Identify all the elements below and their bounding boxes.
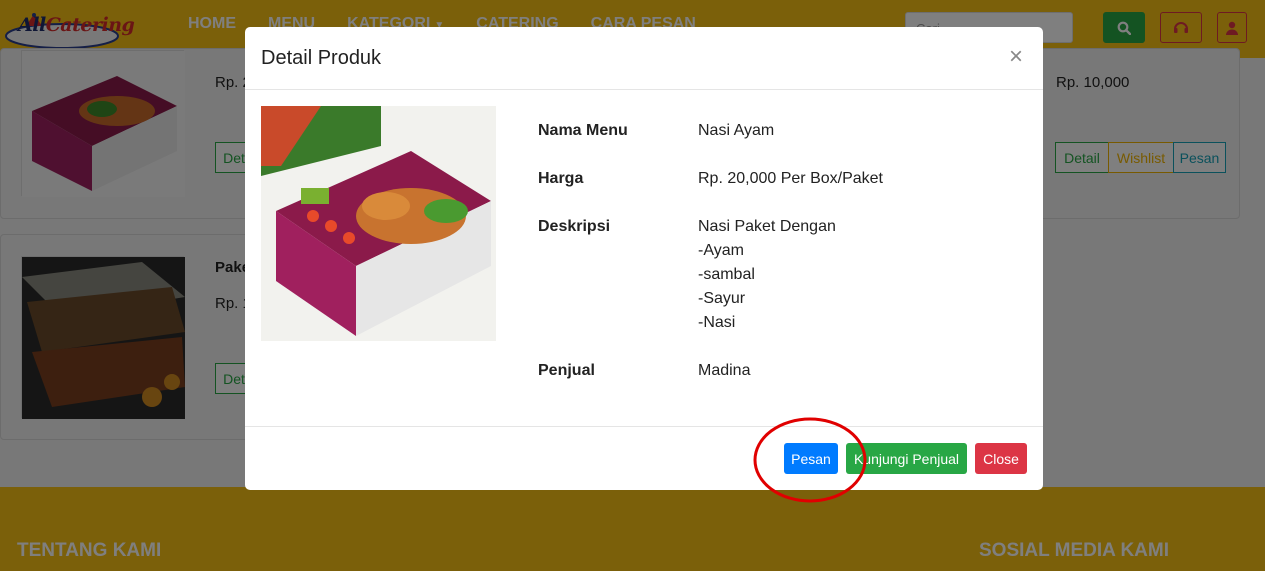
value-penjual: Madina [698,362,751,379]
label-nama-menu: Nama Menu [538,122,628,139]
label-harga: Harga [538,170,584,187]
modal-header: Detail Produk × [245,27,1043,90]
product-detail-modal: Detail Produk × Nama Menu Nasi Ayam Harg… [245,27,1043,490]
deskripsi-line: Nasi Paket Dengan [698,218,836,235]
pesan-button[interactable]: Pesan [784,443,838,474]
label-deskripsi: Deskripsi [538,218,611,235]
value-harga: Rp. 20,000 Per Box/Paket [698,170,883,187]
deskripsi-line: -sambal [698,266,755,283]
deskripsi-line: -Ayam [698,242,744,259]
deskripsi-line: -Sayur [698,290,746,307]
product-image [261,106,496,341]
kunjungi-penjual-button[interactable]: Kunjungi Penjual [846,443,967,474]
close-button[interactable]: Close [975,443,1027,474]
label-penjual: Penjual [538,362,595,379]
value-nama-menu: Nasi Ayam [698,122,775,139]
modal-footer: Pesan Kunjungi Penjual Close [245,426,1043,490]
close-icon[interactable]: × [1009,45,1023,69]
modal-title: Detail Produk [261,47,382,69]
deskripsi-line: -Nasi [698,314,736,331]
value-deskripsi: Nasi Paket Dengan -Ayam -sambal -Sayur -… [698,215,836,335]
